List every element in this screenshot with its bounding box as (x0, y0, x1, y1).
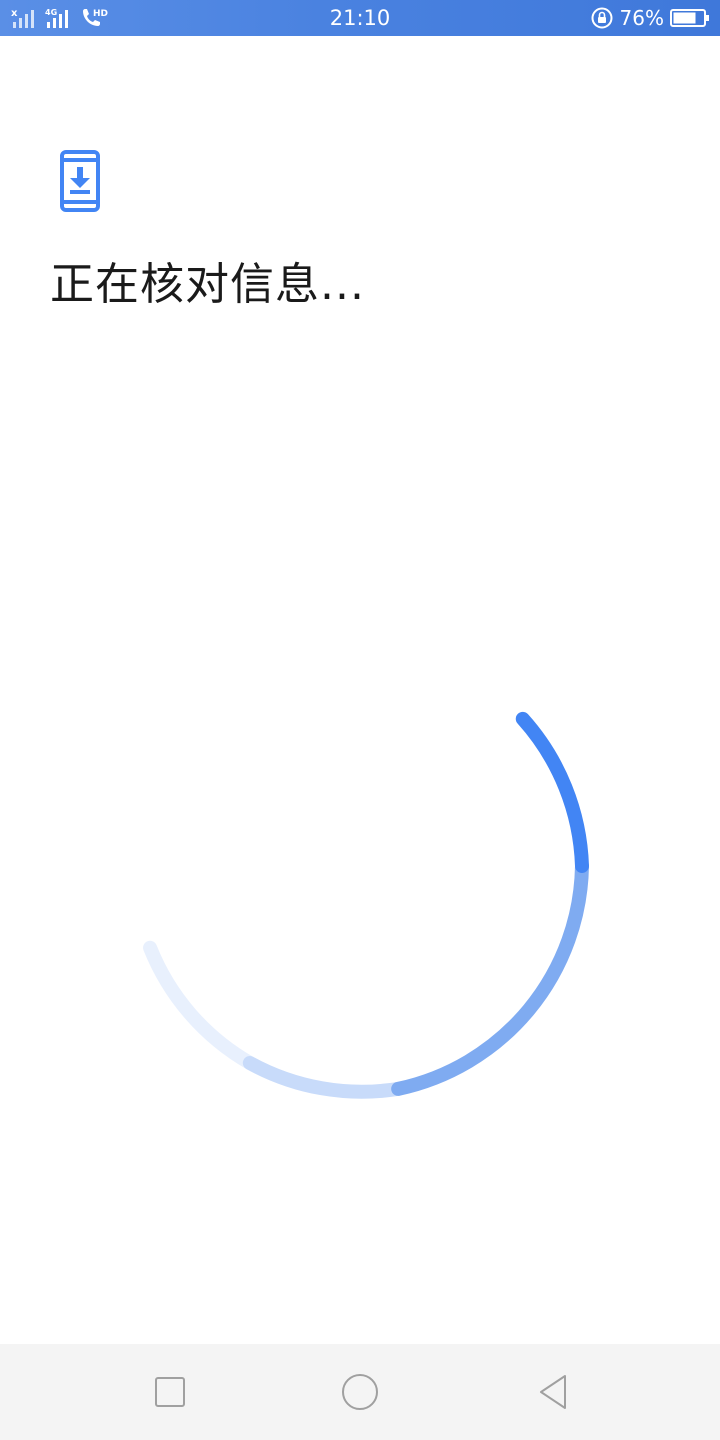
battery-icon (670, 9, 709, 27)
spinner-segment-2 (242, 1055, 406, 1099)
svg-text:4G: 4G (45, 8, 57, 17)
svg-text:x: x (11, 8, 18, 19)
spinner-segment-4 (515, 711, 589, 873)
battery-percent: 76% (619, 6, 664, 30)
recent-apps-icon (155, 1377, 185, 1407)
home-icon (342, 1374, 378, 1410)
page-title: 正在核对信息... (50, 259, 365, 310)
back-icon (540, 1375, 566, 1409)
loading-spinner (143, 711, 589, 1099)
rotation-lock-icon (591, 7, 613, 29)
recent-apps-button[interactable] (140, 1362, 200, 1422)
volte-hd-icon: HD (83, 9, 108, 26)
screen: x 4G HD 21:10 76% 正在核对信息... (0, 0, 720, 1440)
spinner-segment-3 (391, 859, 589, 1096)
phone-download-icon (60, 150, 100, 212)
home-button[interactable] (330, 1362, 390, 1422)
status-bar: x 4G HD 21:10 76% (0, 0, 720, 36)
status-left: x 4G HD (10, 6, 110, 30)
svg-text:HD: HD (93, 9, 108, 19)
navigation-bar (0, 1344, 720, 1440)
signal-4g-icon: 4G (45, 8, 68, 28)
signal-x-icon: x (11, 8, 34, 28)
status-right: 76% (590, 4, 710, 32)
back-button[interactable] (524, 1362, 584, 1422)
spinner-segment-1 (143, 940, 257, 1070)
